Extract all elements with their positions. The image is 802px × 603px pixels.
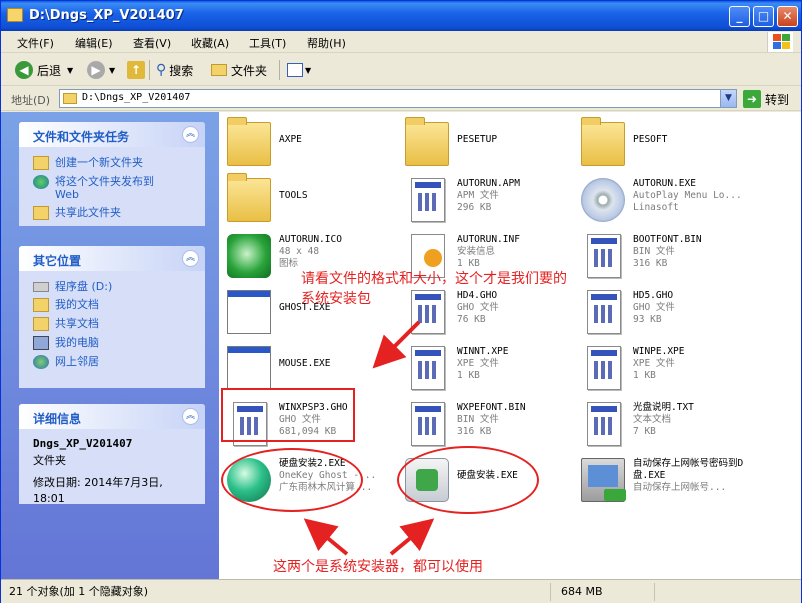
- title-bar[interactable]: D:\Dngs_XP_V201407 _ □ ✕: [1, 1, 801, 31]
- folder-icon: [63, 93, 77, 104]
- arrow-to-installer-2: [303, 518, 349, 556]
- close-button[interactable]: ✕: [777, 6, 798, 27]
- panel-header[interactable]: 详细信息 ︽: [19, 404, 205, 429]
- folders-button[interactable]: 文件夹: [211, 59, 267, 81]
- panel-title: 文件和文件夹任务: [33, 130, 130, 144]
- windows-logo-icon: [767, 32, 793, 52]
- search-button[interactable]: ⚲ 搜索: [156, 59, 193, 81]
- place-label: 我的文档: [55, 298, 99, 311]
- menu-bar: 文件(F) 编辑(E) 查看(V) 收藏(A) 工具(T) 帮助(H): [1, 31, 801, 53]
- up-folder-button[interactable]: ↑: [127, 59, 149, 81]
- go-label: 转到: [765, 92, 790, 107]
- task-share-folder[interactable]: 共享此文件夹: [33, 206, 195, 220]
- collapse-icon[interactable]: ︽: [182, 126, 199, 143]
- place-my-documents[interactable]: 我的文档: [33, 298, 195, 312]
- panel-header[interactable]: 其它位置 ︽: [19, 246, 205, 271]
- forward-button[interactable]: ▶ ▼: [87, 59, 115, 81]
- up-folder-icon: ↑: [127, 61, 145, 79]
- globe-icon: [33, 175, 49, 189]
- search-label: 搜索: [169, 63, 194, 78]
- details-name: Dngs_XP_V201407: [33, 437, 133, 450]
- folder-icon: [7, 8, 23, 22]
- details-modified: 修改日期: 2014年7月3日,: [33, 476, 163, 489]
- status-zone: [659, 583, 799, 601]
- task-publish-web[interactable]: 将这个文件夹发布到 Web: [33, 175, 195, 201]
- menu-favorites[interactable]: 收藏(A): [191, 35, 229, 51]
- details-panel: 详细信息 ︽ Dngs_XP_V201407 文件夹 修改日期: 2014年7月…: [19, 404, 205, 505]
- file-folder-tasks-panel: 文件和文件夹任务 ︽ 创建一个新文件夹 将这个文件夹发布到 Web 共享此文件夹: [19, 122, 205, 226]
- views-button[interactable]: ▼: [287, 59, 311, 81]
- toolbar-separator: [149, 60, 150, 80]
- place-label: 我的电脑: [55, 336, 99, 349]
- other-places-panel: 其它位置 ︽ 程序盘 (D:) 我的文档 共享文档 我的电脑 网上邻居: [19, 246, 205, 388]
- chevron-down-icon: ▼: [67, 65, 74, 75]
- folder-icon: [33, 298, 49, 312]
- arrow-to-installer: [389, 518, 435, 556]
- views-icon: [287, 63, 303, 77]
- place-shared-documents[interactable]: 共享文档: [33, 317, 195, 331]
- search-icon: ⚲: [156, 62, 167, 78]
- minimize-button[interactable]: _: [729, 6, 750, 27]
- go-button[interactable]: ➜ 转到: [743, 89, 789, 109]
- place-label: 共享文档: [55, 317, 99, 330]
- status-bar: 21 个对象(加 1 个隐藏对象) 684 MB: [1, 579, 801, 603]
- address-label: 地址(D): [11, 94, 51, 107]
- details-modified-time: 18:01: [33, 492, 65, 505]
- menu-edit[interactable]: 编辑(E): [75, 35, 113, 51]
- status-object-count: 21 个对象(加 1 个隐藏对象): [3, 583, 551, 601]
- place-my-computer[interactable]: 我的电脑: [33, 336, 195, 350]
- chevron-down-icon: ▼: [305, 65, 312, 75]
- back-button[interactable]: ◀ 后退 ▼: [15, 59, 73, 81]
- menu-file[interactable]: 文件(F): [17, 35, 54, 51]
- network-icon: [33, 355, 49, 369]
- computer-icon: [33, 336, 49, 350]
- place-label: 程序盘 (D:): [55, 280, 113, 293]
- file-list-view[interactable]: AXPE PESETUP PESOFT TOOLS AUTORUN.APM APM…: [219, 112, 801, 579]
- drive-icon: [33, 282, 49, 292]
- explorer-window: D:\Dngs_XP_V201407 _ □ ✕ 文件(F) 编辑(E) 查看(…: [0, 0, 802, 603]
- place-network[interactable]: 网上邻居: [33, 355, 195, 369]
- task-label: 将这个文件夹发布到 Web: [55, 175, 154, 201]
- address-value: D:\Dngs_XP_V201407: [82, 92, 191, 103]
- menu-tools[interactable]: 工具(T): [249, 35, 286, 51]
- folder-icon: [33, 317, 49, 331]
- details-type: 文件夹: [33, 454, 66, 467]
- toolbar-separator: [279, 60, 280, 80]
- forward-arrow-icon: ▶: [87, 61, 105, 79]
- back-arrow-icon: ◀: [15, 61, 33, 79]
- go-arrow-icon: ➜: [743, 90, 761, 108]
- arrow-to-ghost-file: [372, 320, 421, 369]
- panel-header[interactable]: 文件和文件夹任务 ︽: [19, 122, 205, 147]
- panel-title: 详细信息: [33, 412, 82, 426]
- task-label: 共享此文件夹: [55, 206, 121, 219]
- task-label: 创建一个新文件夹: [55, 156, 143, 169]
- place-drive-d[interactable]: 程序盘 (D:): [33, 280, 195, 293]
- place-label: 网上邻居: [55, 355, 99, 368]
- toolbar: ◀ 后退 ▼ ▶ ▼ ↑ ⚲ 搜索 文件夹 ▼: [1, 54, 801, 86]
- address-dropdown-button[interactable]: ▼: [720, 90, 736, 107]
- task-new-folder[interactable]: 创建一个新文件夹: [33, 156, 195, 170]
- back-label: 后退: [37, 63, 62, 78]
- status-size: 684 MB: [555, 583, 655, 601]
- folder-icon: [211, 64, 227, 76]
- menu-help[interactable]: 帮助(H): [307, 35, 346, 51]
- collapse-icon[interactable]: ︽: [182, 250, 199, 267]
- address-bar: 地址(D) D:\Dngs_XP_V201407 ▼ ➜ 转到: [1, 87, 801, 111]
- collapse-icon[interactable]: ︽: [182, 408, 199, 425]
- window-title: D:\Dngs_XP_V201407: [29, 8, 184, 23]
- chevron-down-icon: ▼: [109, 65, 116, 75]
- new-folder-icon: [33, 156, 49, 170]
- address-input[interactable]: D:\Dngs_XP_V201407 ▼: [59, 89, 737, 108]
- panel-title: 其它位置: [33, 254, 82, 268]
- menu-view[interactable]: 查看(V): [133, 35, 171, 51]
- maximize-button[interactable]: □: [753, 6, 774, 27]
- annotation-arrows: [303, 320, 435, 556]
- task-pane: 文件和文件夹任务 ︽ 创建一个新文件夹 将这个文件夹发布到 Web 共享此文件夹: [1, 112, 219, 579]
- share-folder-icon: [33, 206, 49, 220]
- folders-label: 文件夹: [231, 63, 268, 78]
